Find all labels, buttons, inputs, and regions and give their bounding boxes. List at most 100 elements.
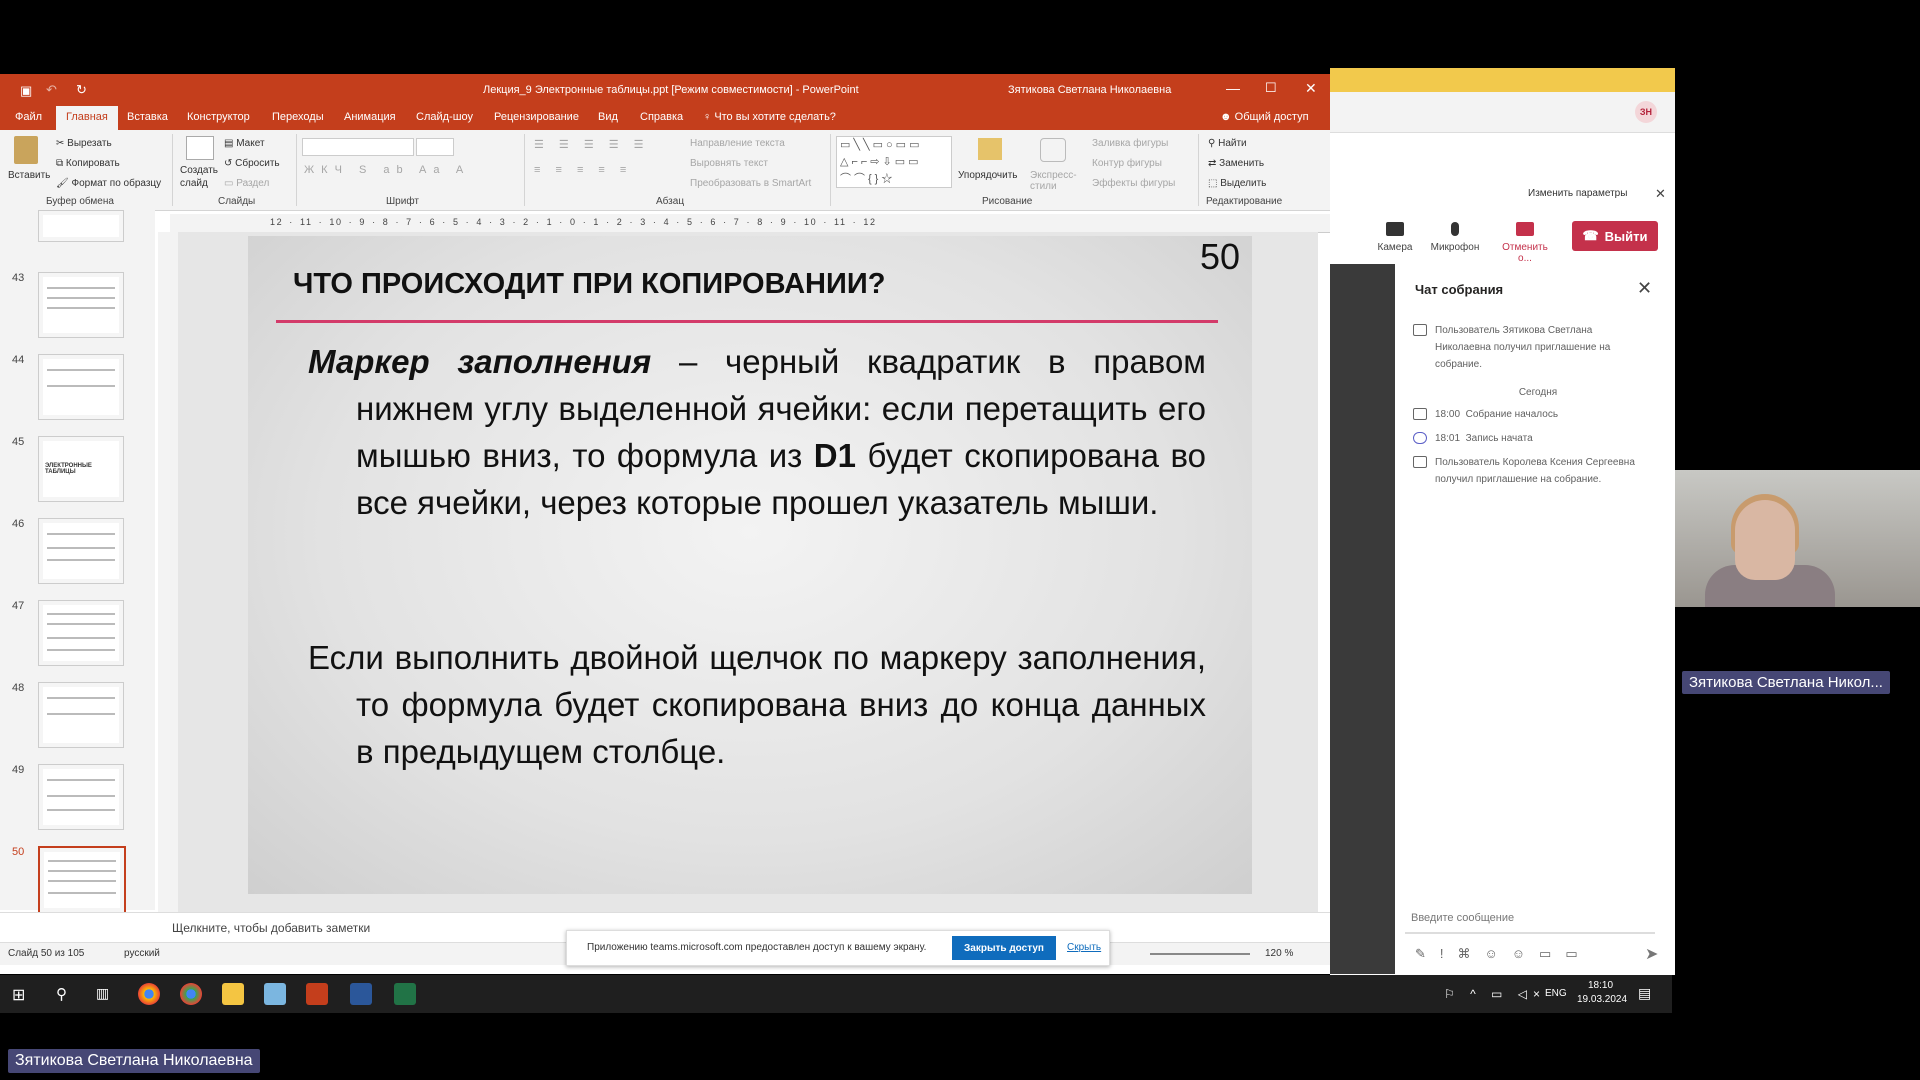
smartart-button[interactable]: Преобразовать в SmartArt	[690, 178, 811, 189]
tell-me-search[interactable]: ♀ Что вы хотите сделать?	[703, 111, 836, 123]
slide-thumbnail[interactable]	[38, 600, 124, 666]
section-button[interactable]: ▭ Раздел	[224, 178, 269, 189]
slide-number: 48	[12, 682, 25, 694]
paste-icon[interactable]	[14, 136, 38, 164]
slide-thumbnail[interactable]	[38, 210, 124, 242]
copy-button[interactable]: ⧉ Копировать	[56, 158, 120, 169]
redo-icon[interactable]: ↻	[76, 82, 87, 98]
powerpoint-icon[interactable]	[306, 983, 328, 1005]
close-chat-icon[interactable]: ✕	[1637, 278, 1652, 299]
slide-thumbnail[interactable]	[38, 354, 124, 420]
format-painter-button[interactable]: 🖌 Формат по образцу	[56, 178, 161, 189]
camera-button[interactable]: Камера	[1365, 222, 1425, 253]
leave-button[interactable]: ☎ Выйти	[1572, 221, 1658, 251]
tab-animations[interactable]: Анимация	[344, 111, 396, 123]
paragraph-buttons[interactable]: ☰ ☰ ☰ ☰ ☰	[534, 138, 650, 151]
select-button[interactable]: ⬚ Выделить	[1208, 178, 1266, 189]
chat-message: Пользователь Зятикова Светлана Николаевн…	[1413, 322, 1663, 373]
font-size-select[interactable]	[416, 138, 454, 156]
cut-button[interactable]: ✂ Вырезать	[56, 138, 112, 149]
slide[interactable]: 50 ЧТО ПРОИСХОДИТ ПРИ КОПИРОВАНИИ? Марке…	[248, 236, 1252, 894]
arrange-button[interactable]: Упорядочить	[958, 170, 1018, 181]
font-family-select[interactable]	[302, 138, 414, 156]
send-icon[interactable]: ➤	[1645, 944, 1658, 964]
tab-insert[interactable]: Вставка	[127, 111, 168, 123]
replace-button[interactable]: ⇄ Заменить	[1208, 158, 1264, 169]
zoom-level[interactable]: 120 %	[1265, 948, 1293, 959]
separator	[830, 134, 831, 206]
chrome-icon[interactable]	[180, 983, 202, 1005]
slide-number: 45	[12, 436, 25, 448]
reset-label: Сбросить	[235, 158, 280, 169]
clock-time[interactable]: 18:10	[1588, 980, 1613, 991]
excel-icon[interactable]	[394, 983, 416, 1005]
close-window-icon[interactable]: ✕	[1305, 80, 1317, 97]
shapes-gallery[interactable]: ▭╲╲▭○▭▭ △⌐⌐⇨⇩▭▭ ⌒⌒{}☆	[836, 136, 952, 188]
save-icon[interactable]: ▣	[20, 83, 32, 99]
arrange-icon[interactable]	[978, 138, 1002, 160]
clock-date[interactable]: 19.03.2024	[1577, 994, 1627, 1005]
search-icon[interactable]: ⚲	[56, 985, 67, 1003]
slide-thumbnail[interactable]: ЭЛЕКТРОННЫЕ ТАБЛИЦЫ	[38, 436, 124, 502]
quick-styles-button[interactable]: Экспресс-стили	[1030, 170, 1077, 192]
slide-thumbnails-pane[interactable]: 43 44 45 ЭЛЕКТРОННЫЕ ТАБЛИЦЫ 46 47 48 49…	[0, 210, 155, 938]
windows-start-icon[interactable]: ⊞	[12, 985, 25, 1005]
slide-canvas: 50 ЧТО ПРОИСХОДИТ ПРИ КОПИРОВАНИИ? Марке…	[178, 232, 1318, 912]
paste-button[interactable]: Вставить	[8, 170, 50, 181]
tab-design[interactable]: Конструктор	[187, 111, 250, 123]
font-format-buttons[interactable]: ЖКЧ S ab Aa A	[304, 164, 470, 176]
hide-link[interactable]: Скрыть	[1067, 942, 1101, 953]
slide-thumbnail-selected[interactable]	[38, 846, 126, 914]
slide-paragraph-2: Если выполнить двойной щелчок по маркеру…	[308, 639, 1206, 770]
quick-styles-icon[interactable]	[1040, 138, 1066, 162]
maximize-icon[interactable]: ☐	[1265, 80, 1277, 96]
close-icon[interactable]: ✕	[1655, 186, 1666, 202]
tab-transitions[interactable]: Переходы	[272, 111, 324, 123]
slide-thumbnail[interactable]	[38, 272, 124, 338]
cut-label: Вырезать	[67, 138, 112, 149]
slide-thumbnail[interactable]	[38, 682, 124, 748]
meeting-icon	[1413, 408, 1427, 421]
new-slide-button[interactable]: Создать слайд	[180, 164, 220, 190]
share-button[interactable]: ☻ Общий доступ	[1220, 111, 1309, 123]
change-params-button[interactable]: Изменить параметры	[1528, 188, 1627, 199]
task-view-icon[interactable]: ▥	[96, 985, 109, 1002]
tab-help[interactable]: Справка	[640, 111, 683, 123]
tray-icons[interactable]: ⚐ ^ ▭ ◁×	[1444, 987, 1546, 1001]
camera-icon	[1386, 222, 1404, 236]
shape-fill-button[interactable]: Заливка фигуры	[1092, 138, 1168, 149]
stop-share-button[interactable]: Отменить о...	[1495, 222, 1555, 264]
keyboard-language[interactable]: ENG	[1545, 988, 1567, 999]
slide-thumbnail[interactable]	[38, 518, 124, 584]
text-direction-button[interactable]: Направление текста	[690, 138, 785, 149]
shape-effects-button[interactable]: Эффекты фигуры	[1092, 178, 1175, 189]
tab-view[interactable]: Вид	[598, 111, 618, 123]
tab-review[interactable]: Рецензирование	[494, 111, 579, 123]
horizontal-ruler: 12 · 11 · 10 · 9 · 8 · 7 · 6 · 5 · 4 · 3…	[170, 214, 1330, 233]
tab-slideshow[interactable]: Слайд-шоу	[416, 111, 473, 123]
minimize-icon[interactable]: —	[1226, 80, 1240, 96]
layout-button[interactable]: ▤ Макет	[224, 138, 265, 149]
zoom-slider[interactable]	[1150, 953, 1250, 955]
new-slide-icon[interactable]	[186, 136, 214, 160]
find-button[interactable]: ⚲ Найти	[1208, 138, 1247, 149]
stop-sharing-button[interactable]: Закрыть доступ	[952, 936, 1056, 960]
mic-button[interactable]: Микрофон	[1425, 222, 1485, 253]
word-icon[interactable]	[350, 983, 372, 1005]
slide-thumbnail[interactable]	[38, 764, 124, 830]
align-text-button[interactable]: Выровнять текст	[690, 158, 768, 169]
notepad-icon[interactable]	[264, 983, 286, 1005]
reset-button[interactable]: ↺ Сбросить	[224, 158, 280, 169]
avatar[interactable]: ЗН	[1635, 101, 1657, 123]
shape-outline-button[interactable]: Контур фигуры	[1092, 158, 1162, 169]
chat-input[interactable]: Введите сообщение	[1405, 904, 1655, 934]
file-explorer-icon[interactable]	[222, 983, 244, 1005]
align-buttons[interactable]: ≡ ≡ ≡ ≡ ≡	[534, 164, 632, 176]
undo-icon[interactable]: ↶	[46, 82, 57, 98]
language-indicator[interactable]: русский	[124, 948, 160, 959]
tab-file[interactable]: Файл	[15, 111, 42, 123]
notification-icon[interactable]: ▤	[1638, 985, 1651, 1002]
chat-format-toolbar[interactable]: ✎!⌘☺☺▭▭	[1415, 946, 1592, 962]
title-underline	[276, 320, 1218, 323]
chrome-icon[interactable]	[138, 983, 160, 1005]
